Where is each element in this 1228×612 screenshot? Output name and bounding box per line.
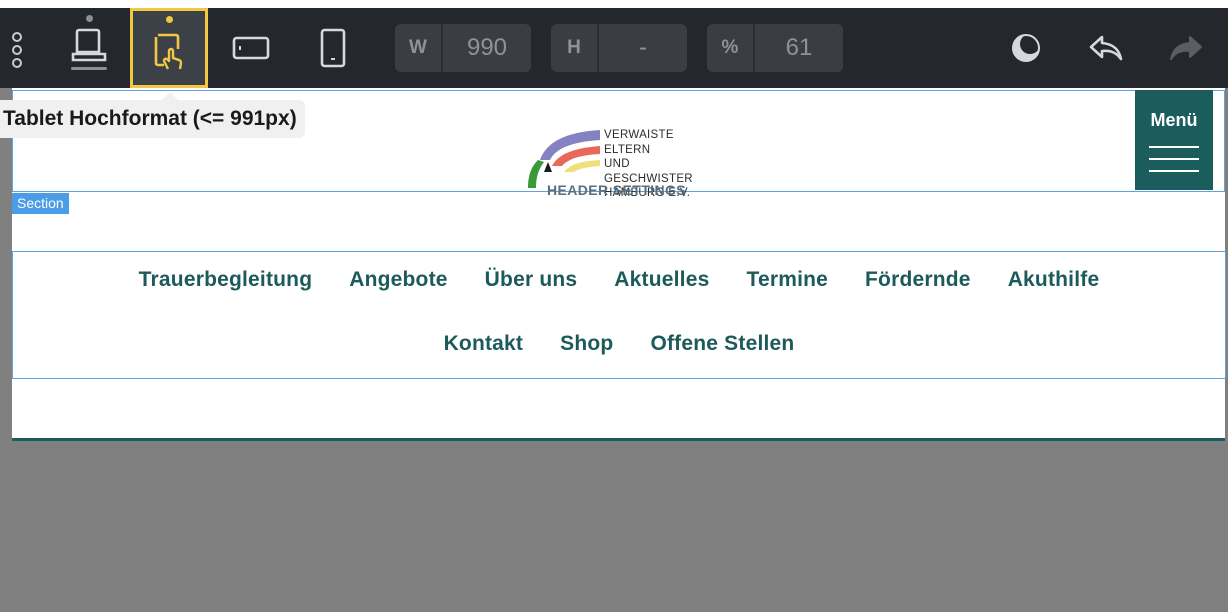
nav-item-aktuelles[interactable]: Aktuelles [614,268,709,292]
zoom-field-value[interactable]: 61 [755,24,843,72]
current-device-dot [85,15,93,22]
redo-button[interactable] [1164,26,1208,70]
device-tooltip: Tablet Hochformat (<= 991px) [0,100,305,138]
nav-item-akuthilfe[interactable]: Akuthilfe [1008,268,1100,292]
menu-button[interactable]: Menü [1135,90,1213,190]
mobile-portrait-icon [320,28,346,68]
builder-toolbar: W 990 H - % 61 [0,0,1228,88]
nav-item-shop[interactable]: Shop [560,332,613,356]
width-field-value[interactable]: 990 [443,24,531,72]
rainbow-logo-icon [528,130,600,188]
hamburger-icon [1149,146,1199,148]
nav-row-2: Kontakt Shop Offene Stellen [13,332,1225,356]
logo-line-1: VERWAISTE ELTERN [604,129,674,156]
nav-row-1: Trauerbegleitung Angebote Über uns Aktue… [13,268,1225,292]
header-settings-label[interactable]: HEADER SETTINGS [547,182,686,198]
nav-item-ueber-uns[interactable]: Über uns [485,268,578,292]
nav-item-angebote[interactable]: Angebote [349,268,447,292]
nav-item-termine[interactable]: Termine [746,268,828,292]
laptop-icon [71,28,107,70]
tablet-landscape-icon [232,36,270,60]
height-field-key: H [551,24,599,72]
hamburger-icon-bar [1149,158,1199,160]
height-field[interactable]: H - [551,24,687,72]
device-mobile-button[interactable] [294,8,372,88]
device-tablet-portrait-button[interactable] [130,8,208,88]
height-field-value[interactable]: - [599,24,687,72]
nav-item-foerdernde[interactable]: Fördernde [865,268,971,292]
undo-icon [1089,35,1123,61]
main-navigation: Trauerbegleitung Angebote Über uns Aktue… [12,251,1226,379]
hamburger-icon-bar [1149,170,1199,172]
zoom-field-key: % [707,24,755,72]
undo-button[interactable] [1084,26,1128,70]
dark-mode-toggle[interactable] [1004,26,1048,70]
contrast-moon-icon [1012,34,1040,62]
width-field-key: W [395,24,443,72]
page-preview: VERWAISTE ELTERN UND GESCHWISTER HAMBURG… [12,88,1226,441]
nav-item-offene-stellen[interactable]: Offene Stellen [650,332,794,356]
tablet-portrait-touch-icon [154,33,183,70]
menu-label: Menü [1150,110,1198,130]
active-indicator-dot [165,16,173,23]
zoom-field[interactable]: % 61 [707,24,843,72]
redo-icon [1170,36,1202,60]
nav-item-kontakt[interactable]: Kontakt [444,332,524,356]
tooltip-arrow [162,92,178,100]
section-tag[interactable]: Section [12,193,69,214]
device-laptop-button[interactable] [50,8,128,88]
more-options-icon[interactable] [4,30,30,70]
width-field[interactable]: W 990 [395,24,531,72]
device-tablet-landscape-button[interactable] [212,8,290,88]
nav-item-trauerbegleitung[interactable]: Trauerbegleitung [139,268,313,292]
